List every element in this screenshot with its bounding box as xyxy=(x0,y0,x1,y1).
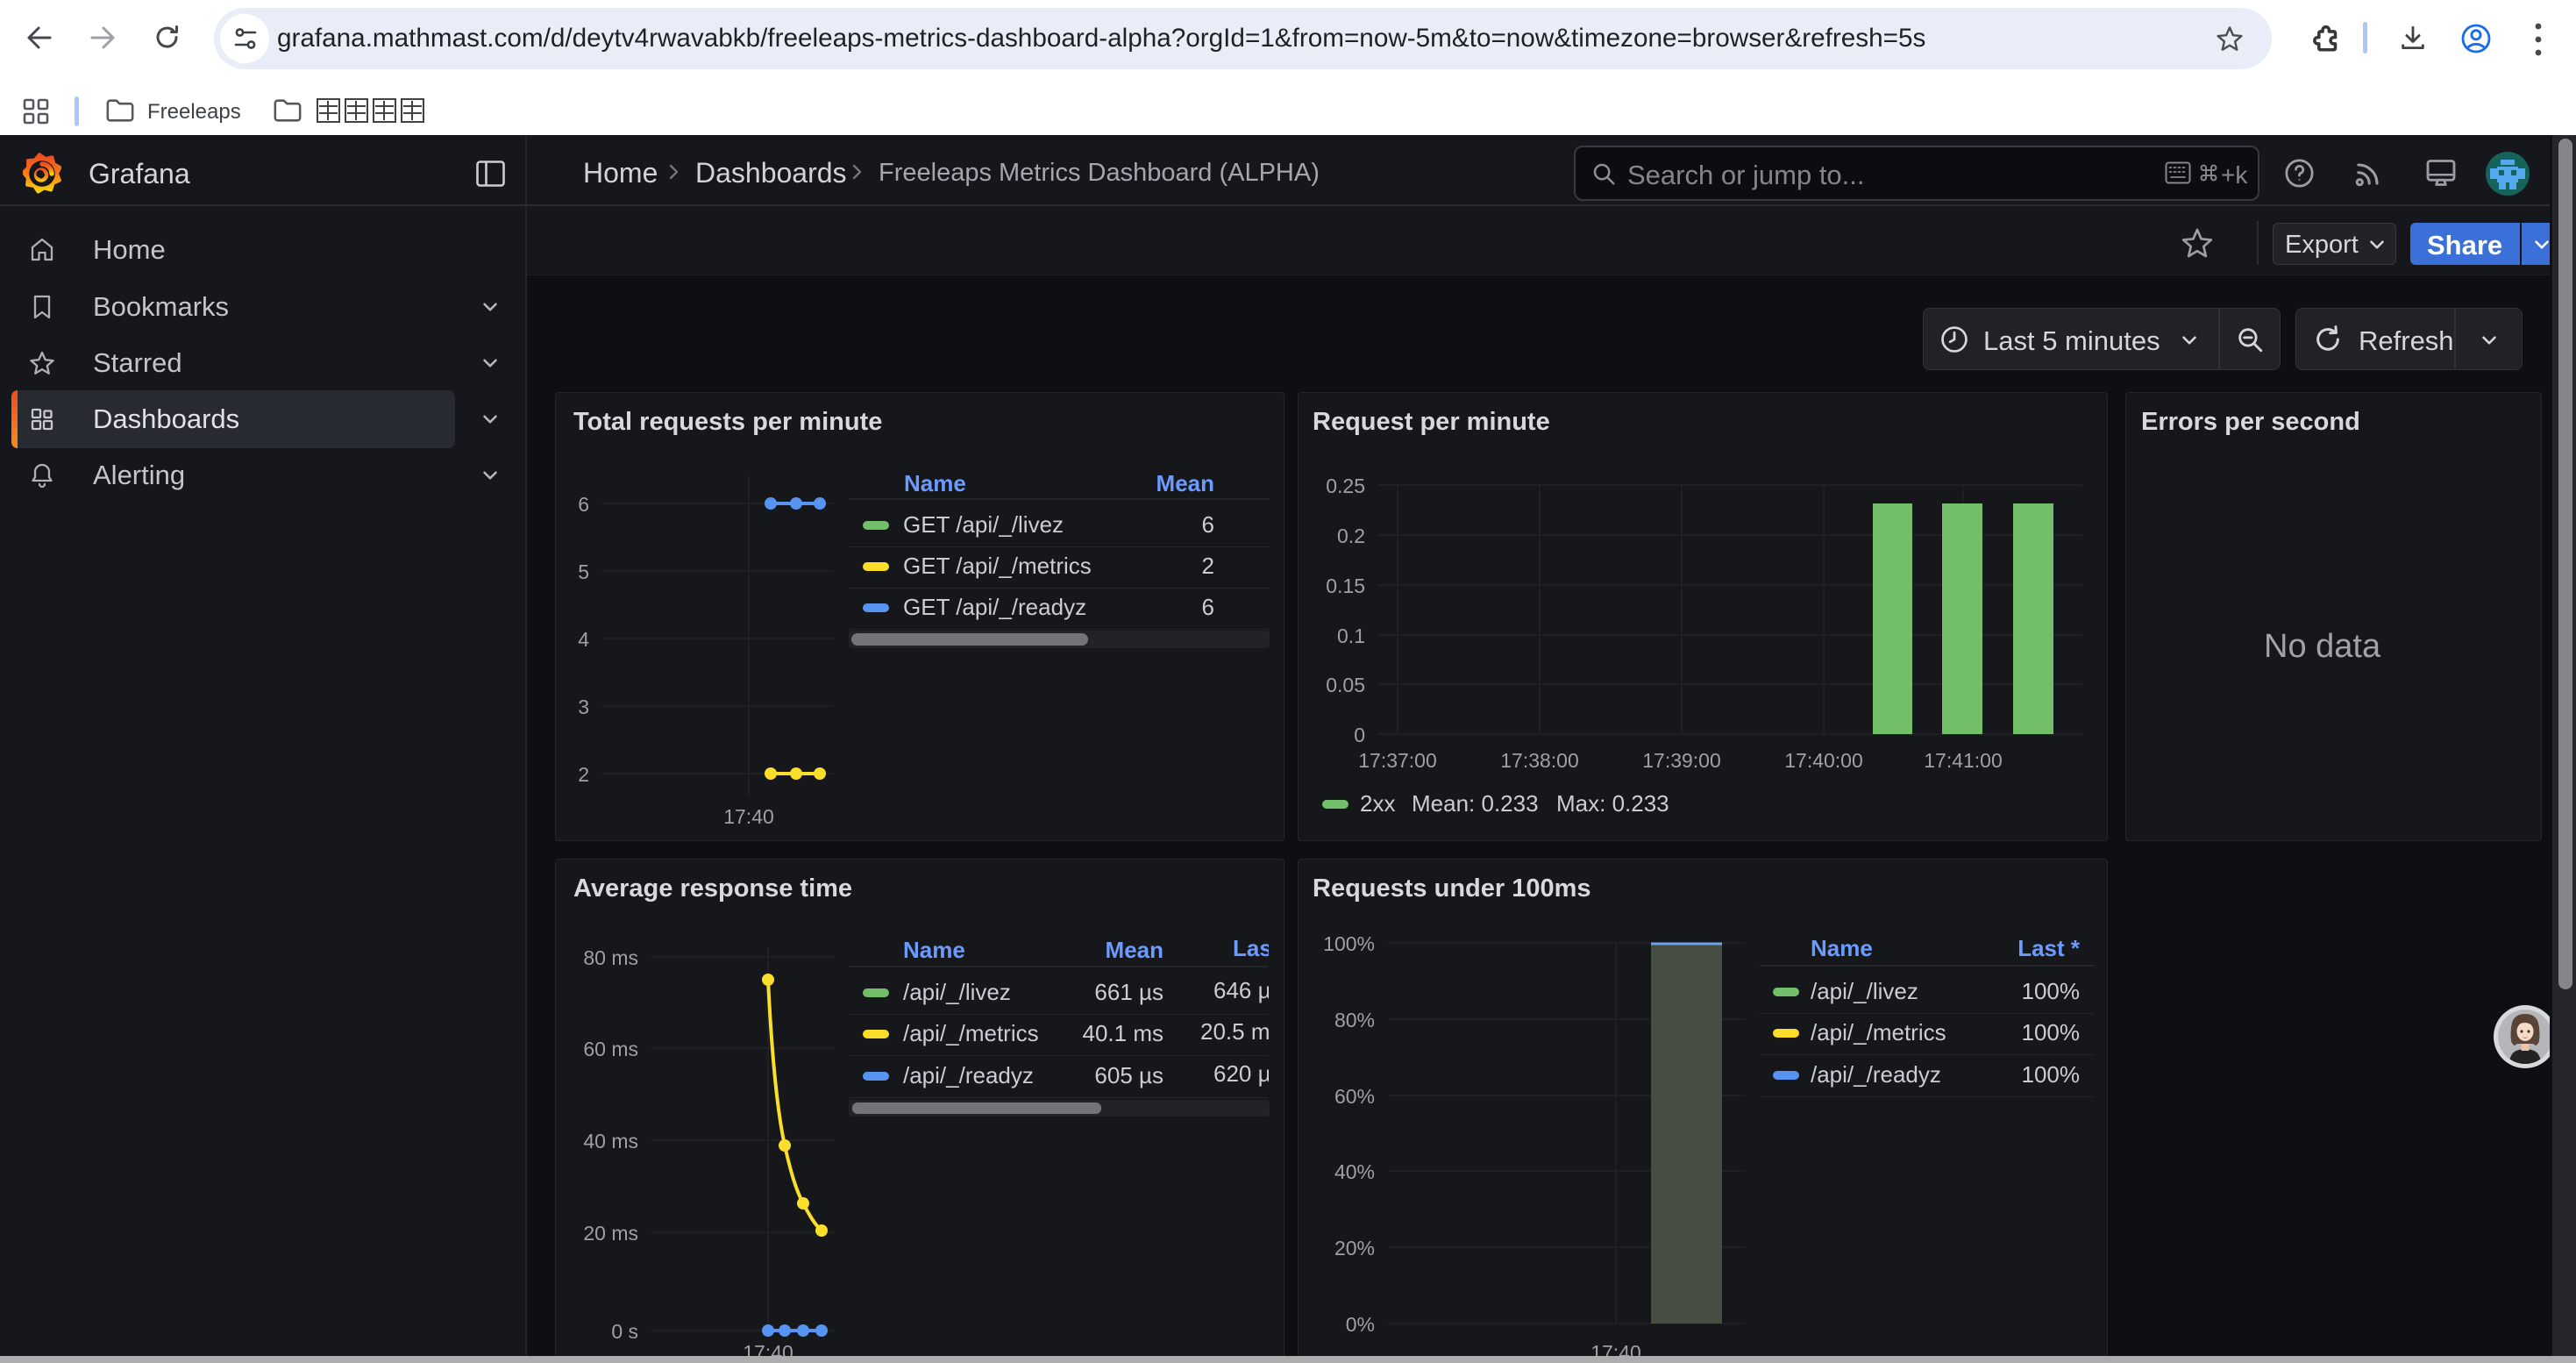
svg-text:20 ms: 20 ms xyxy=(583,1222,638,1245)
svg-text:20%: 20% xyxy=(1334,1237,1375,1260)
svg-text:17:40: 17:40 xyxy=(743,1341,793,1356)
svg-text:0: 0 xyxy=(1354,724,1365,746)
svg-text:0 s: 0 s xyxy=(611,1320,638,1343)
svg-text:100%: 100% xyxy=(1323,932,1375,955)
svg-text:0.2: 0.2 xyxy=(1337,525,1365,547)
svg-text:2: 2 xyxy=(578,763,589,786)
svg-text:60%: 60% xyxy=(1334,1085,1375,1108)
svg-text:80 ms: 80 ms xyxy=(583,946,638,969)
svg-text:40 ms: 40 ms xyxy=(583,1130,638,1152)
svg-text:17:40: 17:40 xyxy=(723,805,774,828)
svg-text:0.15: 0.15 xyxy=(1326,574,1365,597)
svg-text:0.25: 0.25 xyxy=(1326,475,1365,497)
svg-text:5: 5 xyxy=(578,560,589,583)
svg-text:6: 6 xyxy=(578,493,589,516)
svg-text:0.05: 0.05 xyxy=(1326,674,1365,696)
svg-text:17:40: 17:40 xyxy=(1590,1341,1641,1356)
svg-text:60 ms: 60 ms xyxy=(583,1038,638,1060)
svg-text:0.1: 0.1 xyxy=(1337,624,1365,647)
svg-text:17:38:00: 17:38:00 xyxy=(1500,749,1579,772)
svg-text:17:39:00: 17:39:00 xyxy=(1642,749,1721,772)
svg-text:0%: 0% xyxy=(1346,1313,1375,1336)
svg-text:3: 3 xyxy=(578,696,589,718)
svg-text:4: 4 xyxy=(578,628,589,651)
svg-text:80%: 80% xyxy=(1334,1009,1375,1031)
svg-text:17:37:00: 17:37:00 xyxy=(1358,749,1437,772)
svg-text:40%: 40% xyxy=(1334,1160,1375,1183)
svg-text:17:41:00: 17:41:00 xyxy=(1924,749,2003,772)
svg-text:17:40:00: 17:40:00 xyxy=(1784,749,1863,772)
